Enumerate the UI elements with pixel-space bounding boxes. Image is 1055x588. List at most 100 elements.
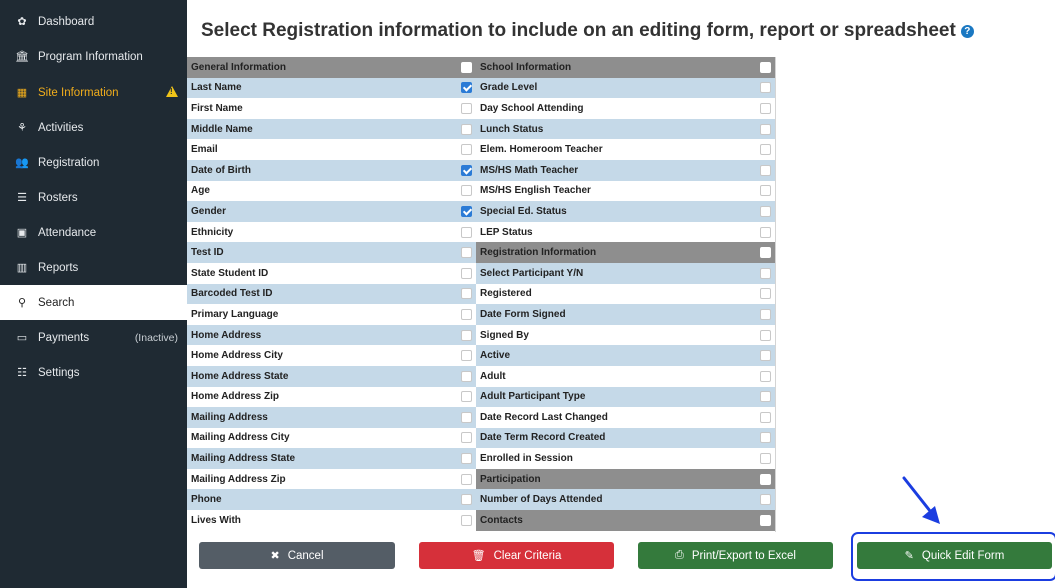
field-row: Mailing Address — [187, 407, 476, 428]
section-header-row: General Information — [187, 57, 476, 78]
field-checkbox[interactable] — [461, 494, 472, 506]
field-checkbox[interactable] — [760, 350, 771, 362]
field-label: Test ID — [191, 247, 224, 259]
field-checkbox[interactable] — [461, 391, 472, 403]
help-icon[interactable]: ? — [960, 25, 974, 38]
field-checkbox[interactable] — [461, 308, 472, 320]
field-checkbox[interactable] — [760, 267, 771, 279]
field-checkbox[interactable] — [461, 432, 472, 444]
field-row: Home Address State — [187, 365, 476, 387]
field-checkbox[interactable] — [760, 473, 771, 485]
field-row: Enrolled in Session — [476, 448, 775, 469]
sidebar-item-reports[interactable]: ▥ Reports — [0, 250, 187, 285]
field-row: Date Form Signed — [476, 304, 775, 325]
field-checkbox[interactable] — [461, 144, 472, 156]
field-checkbox[interactable] — [760, 102, 771, 114]
field-checkbox[interactable] — [760, 411, 771, 423]
sidebar-item-activities[interactable]: ⚘ Activities — [0, 110, 187, 145]
field-label: School Information — [480, 61, 572, 73]
field-row: Number of Days Attended — [476, 489, 775, 511]
field-checkbox[interactable] — [461, 102, 472, 114]
bar-chart-icon: ▥ — [16, 262, 28, 274]
field-checkbox[interactable] — [461, 514, 472, 526]
field-checkbox[interactable] — [461, 247, 472, 259]
field-checkbox[interactable] — [461, 185, 472, 197]
field-row: MS/HS English Teacher — [476, 180, 775, 202]
print-icon: ⎙ — [675, 549, 684, 561]
field-checkbox[interactable] — [461, 205, 472, 217]
sidebar-item-settings[interactable]: ☷ Settings — [0, 355, 187, 390]
field-row: Adult — [476, 365, 775, 387]
field-checkbox[interactable] — [760, 370, 771, 382]
field-checkbox[interactable] — [461, 473, 472, 485]
sidebar-item-label: Rosters — [38, 191, 78, 204]
section-header-row: Registration Information — [476, 242, 775, 263]
field-label: Date of Birth — [191, 164, 251, 176]
field-label: Barcoded Test ID — [191, 288, 273, 300]
field-checkbox[interactable] — [461, 370, 472, 382]
sliders-icon: ☷ — [17, 367, 27, 379]
field-checkbox[interactable] — [760, 453, 771, 465]
field-checkbox[interactable] — [461, 61, 472, 73]
sidebar-item-program-information[interactable]: 🏛 Program Information — [0, 39, 187, 74]
sidebar-item-dashboard[interactable]: ✿ Dashboard — [0, 4, 187, 39]
field-checkbox[interactable] — [760, 205, 771, 217]
field-row: Test ID — [187, 242, 476, 263]
field-label: Special Ed. Status — [480, 205, 567, 217]
field-checkbox[interactable] — [760, 391, 771, 403]
field-checkbox[interactable] — [760, 82, 771, 94]
field-checkbox[interactable] — [461, 82, 472, 94]
sidebar-item-registration[interactable]: 👥 Registration — [0, 145, 187, 180]
field-row: Grade Level — [476, 77, 775, 99]
field-label: Phone — [191, 494, 222, 506]
money-icon: ▭ — [16, 332, 28, 344]
sidebar-item-site-information[interactable]: ▦ Site Information — [0, 75, 187, 110]
field-checkbox[interactable] — [760, 144, 771, 156]
field-checkbox[interactable] — [760, 226, 771, 238]
field-row: LEP Status — [476, 221, 775, 243]
sidebar-item-search[interactable]: ⚲ Search — [0, 285, 187, 320]
field-checkbox[interactable] — [461, 267, 472, 279]
field-checkbox[interactable] — [760, 288, 771, 300]
field-checkbox[interactable] — [760, 123, 771, 135]
field-checkbox[interactable] — [461, 453, 472, 465]
field-checkbox[interactable] — [461, 226, 472, 238]
field-checkbox[interactable] — [461, 411, 472, 423]
sidebar-item-attendance[interactable]: ▣ Attendance — [0, 215, 187, 250]
field-checkbox[interactable] — [760, 514, 771, 526]
sidebar-item-rosters[interactable]: ☰ Rosters — [0, 180, 187, 215]
field-checkbox[interactable] — [760, 308, 771, 320]
print-export-button[interactable]: ⎙ Print/Export to Excel — [638, 542, 833, 569]
field-checkbox[interactable] — [461, 350, 472, 362]
field-label: Home Address State — [191, 370, 289, 382]
warning-icon — [166, 86, 178, 97]
field-checkbox[interactable] — [760, 494, 771, 506]
field-checkbox[interactable] — [760, 185, 771, 197]
field-checkbox[interactable] — [461, 288, 472, 300]
field-label: Number of Days Attended — [480, 494, 603, 506]
field-label: MS/HS Math Teacher — [480, 164, 579, 176]
sidebar-item-payments[interactable]: ▭ Payments (Inactive) — [0, 320, 187, 355]
cancel-button[interactable]: ✖ Cancel — [199, 542, 395, 569]
field-row: Select Participant Y/N — [476, 262, 775, 284]
field-label: Mailing Address City — [191, 432, 290, 444]
field-row: Adult Participant Type — [476, 386, 775, 408]
field-checkbox[interactable] — [461, 123, 472, 135]
sitemap-icon: ⚘ — [17, 122, 27, 134]
field-checkbox[interactable] — [760, 329, 771, 341]
field-row: Date Record Last Changed — [476, 407, 775, 428]
users-icon: 👥 — [15, 157, 29, 169]
field-row: First Name — [187, 98, 476, 119]
field-label: Gender — [191, 205, 227, 217]
field-label: Select Participant Y/N — [480, 267, 584, 279]
field-checkbox[interactable] — [760, 164, 771, 176]
clear-criteria-button[interactable]: 🗑 Clear Criteria — [419, 542, 614, 569]
table-divider — [775, 57, 776, 532]
field-checkbox[interactable] — [760, 247, 771, 259]
field-checkbox[interactable] — [760, 61, 771, 73]
field-checkbox[interactable] — [461, 164, 472, 176]
field-label: LEP Status — [480, 226, 533, 238]
field-checkbox[interactable] — [760, 432, 771, 444]
field-checkbox[interactable] — [461, 329, 472, 341]
field-row: Middle Name — [187, 118, 476, 140]
